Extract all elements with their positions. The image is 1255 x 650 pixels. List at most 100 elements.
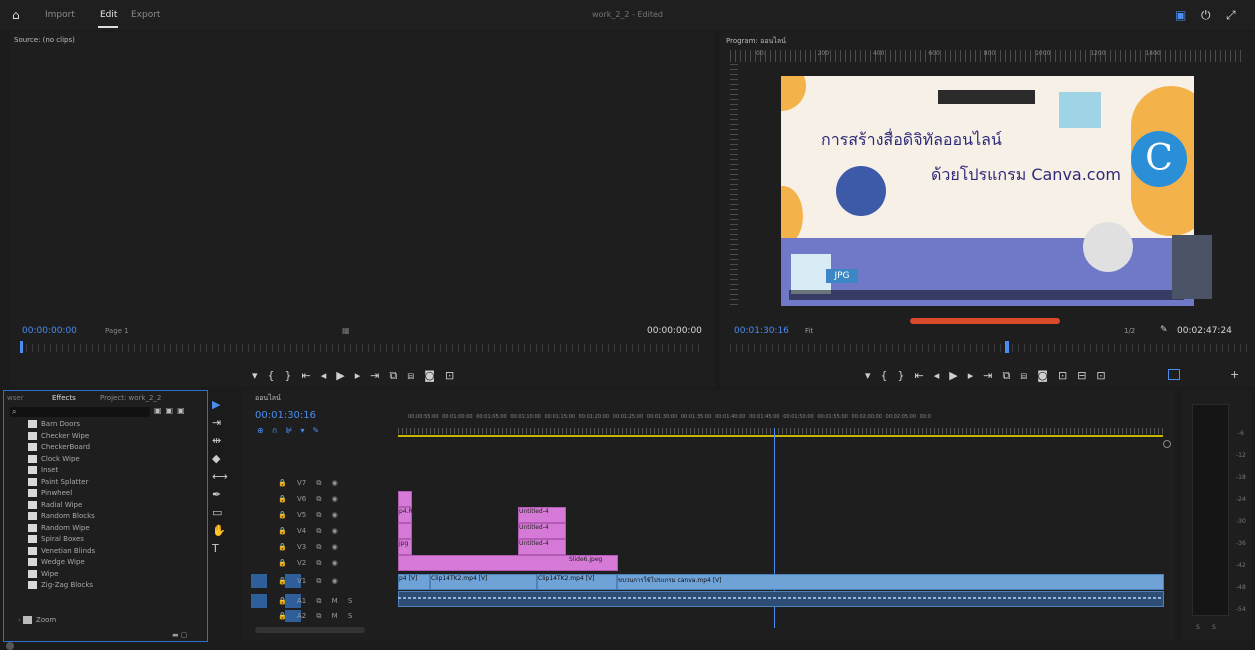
track-header-v3[interactable]: 🔒 V3 ⧉ ◉: [278, 543, 338, 552]
timeline-timecode[interactable]: 00:01:30:16: [255, 410, 316, 421]
program-timecode[interactable]: 00:01:30:16: [734, 326, 789, 336]
resolution-select[interactable]: 1/2: [1124, 327, 1135, 335]
list-item[interactable]: Random Wipe: [28, 523, 95, 535]
list-item[interactable]: Zig-Zag Blocks: [28, 580, 95, 592]
meter-label: -36: [1236, 540, 1246, 547]
transition-icon: [28, 523, 37, 532]
timeline-options-icons[interactable]: ⊕∩⊯▾✎: [257, 426, 327, 435]
ripple-edit-tool-icon[interactable]: ⇹: [212, 434, 236, 452]
embedded-video-controls: [789, 290, 1184, 300]
program-duration: 00:02:47:24: [1177, 326, 1232, 336]
sequence-tab[interactable]: ออนไลน์: [255, 393, 281, 404]
clip-v1-c[interactable]: Clip14TK2.mp4 [V]: [537, 574, 617, 590]
transition-icon: [28, 558, 37, 566]
tab-edit[interactable]: Edit: [100, 10, 117, 20]
list-item[interactable]: Radial Wipe: [28, 500, 95, 512]
list-item[interactable]: Spiral Boxes: [28, 534, 95, 546]
meter-label: -42: [1236, 562, 1246, 569]
source-patch-v1[interactable]: [251, 574, 267, 588]
track-select-tool-icon[interactable]: ⇥: [212, 416, 236, 434]
tab-project[interactable]: Project: work_2_2: [100, 394, 161, 402]
meter-label: -6: [1238, 430, 1244, 437]
vertical-zoom-handle[interactable]: [1163, 440, 1171, 448]
folder-zoom[interactable]: › Zoom: [18, 615, 56, 627]
list-item[interactable]: Checker Wipe: [28, 431, 95, 443]
clip-untitled-4-v3[interactable]: Untitled-4: [518, 539, 566, 555]
slip-tool-icon[interactable]: ⟷: [212, 470, 236, 488]
track-header-v1[interactable]: 🔒 V1 ⧉ ◉: [278, 577, 338, 586]
program-time-ruler[interactable]: [730, 344, 1250, 352]
clip-untitled-4-v4[interactable]: Untitled-4: [518, 523, 566, 539]
slide-title-line1: การสร้างสื่อดิจิทัลออนไลน์: [821, 130, 1002, 149]
timeline-zoom-scrollbar[interactable]: [255, 627, 365, 633]
program-video-frame[interactable]: การสร้างสื่อดิจิทัลออนไลน์ ด้วยโปรแกรม C…: [781, 76, 1194, 306]
transition-icon: [28, 420, 37, 428]
tab-export[interactable]: Export: [131, 10, 160, 20]
meter-solo-left[interactable]: S: [1196, 624, 1200, 631]
effects-filter-icons[interactable]: ▣▣▣: [154, 406, 189, 415]
list-item[interactable]: Wedge Wipe: [28, 557, 95, 569]
track-header-a1[interactable]: 🔒 A1 ⧉ M S: [278, 597, 352, 606]
hand-tool-icon[interactable]: ✋: [212, 524, 236, 542]
list-item[interactable]: Venetian Blinds: [28, 546, 95, 558]
clip-slide6[interactable]: Slide6.jpeg: [398, 555, 618, 571]
list-item[interactable]: CheckerBoard: [28, 442, 95, 454]
list-item[interactable]: Pinwheel: [28, 488, 95, 500]
effects-search-input[interactable]: [10, 407, 150, 417]
track-header-v6[interactable]: 🔒 V6 ⧉ ◉: [278, 495, 338, 504]
source-playhead[interactable]: [20, 341, 23, 353]
meter-label: -30: [1236, 518, 1246, 525]
tools-panel: ▶ ⇥ ⇹ ◆ ⟷ ✒ ▭ ✋ T: [212, 398, 236, 568]
meter-solo-right[interactable]: S: [1212, 624, 1216, 631]
pen-tool-icon[interactable]: ✒: [212, 488, 236, 506]
clip-v4-fragment[interactable]: [398, 523, 412, 539]
track-header-v5[interactable]: 🔒 V5 ⧉ ◉: [278, 511, 338, 520]
program-title[interactable]: Program: ออนไลน์: [726, 36, 786, 47]
wrench-icon[interactable]: ✎: [1160, 325, 1168, 335]
tab-effects[interactable]: Effects: [52, 394, 76, 402]
source-time-ruler[interactable]: [20, 344, 700, 352]
add-button-icon[interactable]: +: [1230, 368, 1239, 381]
track-header-a2[interactable]: 🔒 A2 ⧉ M S: [278, 612, 352, 621]
selection-tool-icon[interactable]: ▶: [212, 398, 236, 416]
new-item-icon[interactable]: ▬ ▢: [172, 631, 187, 639]
source-timecode[interactable]: 00:00:00:00: [22, 326, 77, 336]
source-title[interactable]: Source: (no clips): [14, 36, 75, 44]
track-header-v2[interactable]: 🔒 V2 ⧉ ◉: [278, 559, 338, 568]
fullscreen-icon[interactable]: ⤢: [1226, 8, 1236, 23]
list-item[interactable]: Paint Splatter: [28, 477, 95, 489]
list-item[interactable]: Clock Wipe: [28, 454, 95, 466]
list-item[interactable]: Barn Doors: [28, 419, 95, 431]
fit-select[interactable]: Fit: [805, 327, 813, 335]
program-transport-controls[interactable]: ▾{}⇤◂▶▸⇥⧉⧈◙⊡⊟⊡: [865, 369, 1116, 383]
clip-untitled-4-v5[interactable]: Untitled-4: [518, 507, 566, 523]
source-settings-icon[interactable]: ▦: [342, 326, 350, 335]
share-icon[interactable]: ⏻: [1201, 8, 1211, 23]
tab-media-browser[interactable]: wser: [7, 394, 24, 402]
clip-v1-b[interactable]: Clip14TK2.mp4 [V]: [430, 574, 537, 590]
clip-v3-fragment[interactable]: jpg: [398, 539, 412, 555]
comparison-view-icon[interactable]: [1168, 369, 1180, 380]
track-header-v4[interactable]: 🔒 V4 ⧉ ◉: [278, 527, 338, 536]
tab-import[interactable]: Import: [45, 10, 75, 20]
clip-v6-fragment[interactable]: [398, 491, 412, 507]
quick-export-icon[interactable]: ▣: [1175, 8, 1186, 22]
source-transport-controls[interactable]: ▾{}⇤◂▶▸⇥⧉⧈◙⊡: [252, 369, 464, 383]
clip-v1-a[interactable]: p4 [V]: [398, 574, 430, 590]
razor-tool-icon[interactable]: ◆: [212, 452, 236, 470]
type-tool-icon[interactable]: T: [212, 542, 236, 560]
list-item[interactable]: Random Blocks: [28, 511, 95, 523]
track-header-v7[interactable]: 🔒 V7 ⧉ ◉: [278, 479, 338, 488]
home-icon[interactable]: ⌂: [12, 9, 24, 21]
rectangle-tool-icon[interactable]: ▭: [212, 506, 236, 524]
timeline-ruler[interactable]: 00:00:55:00 00:01:00:00 00:01:05:00 00:0…: [398, 410, 1168, 438]
list-item[interactable]: Wipe: [28, 569, 95, 581]
source-patch-a1[interactable]: [251, 594, 267, 608]
audio-clip-a1[interactable]: [398, 591, 1164, 607]
program-playhead[interactable]: [1005, 341, 1009, 353]
slide-title-line2: ด้วยโปรแกรม Canva.com: [931, 165, 1121, 184]
clip-v5-fragment[interactable]: p4.R: [398, 507, 413, 523]
page-select[interactable]: Page 1: [105, 327, 129, 335]
list-item[interactable]: Inset: [28, 465, 95, 477]
clip-v1-d[interactable]: ขบวนการใช้โปรแกรม canva.mp4 [V]: [617, 574, 1164, 590]
